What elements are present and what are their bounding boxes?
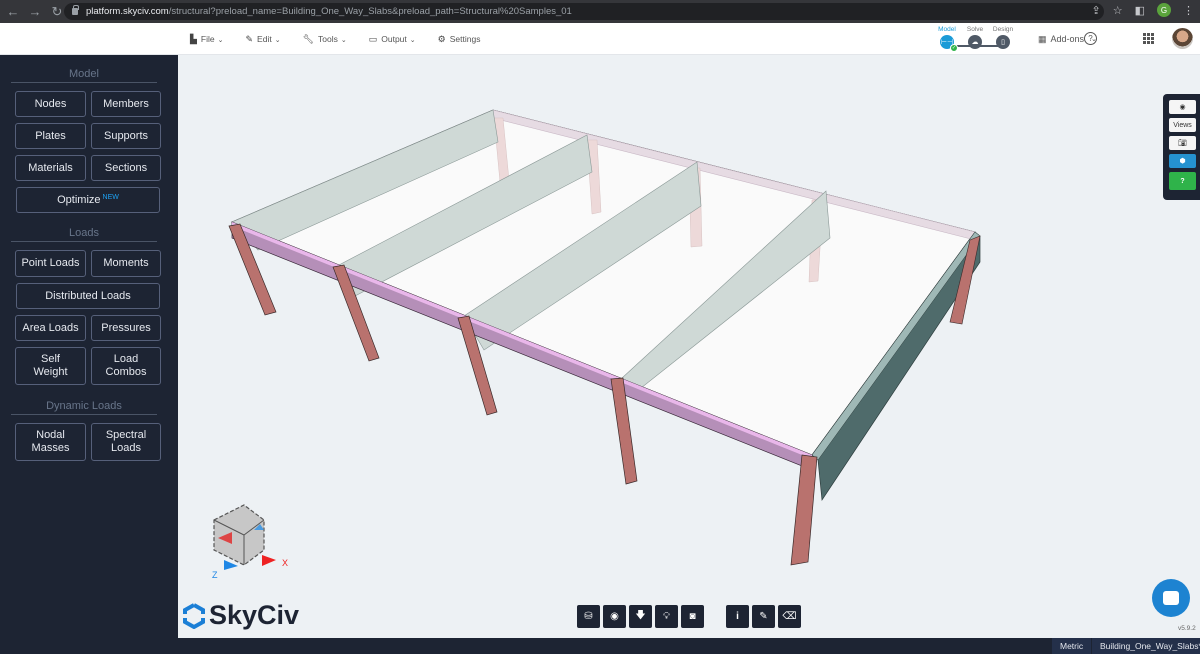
structure-3d-model[interactable]	[178, 55, 1200, 638]
new-badge: NEW	[102, 193, 119, 201]
monitor-icon: ▭	[368, 33, 378, 44]
app-topbar: ▙ File ⌄ ✎ Edit ⌄ 🔧︎ Tools ⌄ ▭ Output ⌄ ⚙ Setting…	[0, 23, 1200, 55]
status-bar: Metric Building_One_Way_Slabs*	[0, 638, 1200, 654]
skyciv-logo-icon	[183, 602, 205, 629]
grid-squares-icon: ▦	[1038, 33, 1047, 44]
document-icon: ▯	[996, 35, 1010, 49]
section-model-heading: Model	[11, 68, 157, 83]
chat-support-button[interactable]	[1152, 579, 1190, 617]
model-icon: ⊢⊣ ✓	[940, 35, 958, 52]
help-icon[interactable]: ?	[1084, 32, 1097, 45]
self-weight-button[interactable]: Self Weight	[15, 347, 86, 385]
menu-output[interactable]: ▭ Output ⌄	[369, 34, 416, 45]
bottom-toolbar-left: ⛁ ◉ 🡇 💡︎ ◙	[577, 605, 704, 628]
step-model[interactable]: Model ⊢⊣ ✓	[937, 26, 958, 52]
menu-file[interactable]: ▙ File ⌄	[190, 34, 224, 45]
lightbulb-icon[interactable]: 💡︎	[655, 605, 678, 628]
nodal-masses-button[interactable]: Nodal Masses	[15, 423, 86, 461]
star-icon[interactable]: ☆	[1113, 4, 1123, 17]
gear-icon: ⚙	[437, 33, 446, 44]
eraser-icon[interactable]: ⌫	[778, 605, 801, 628]
units-indicator[interactable]: Metric	[1052, 638, 1092, 654]
address-bar[interactable]: platform.skyciv.com/structural?preload_n…	[64, 3, 1104, 20]
check-icon: ✓	[950, 44, 958, 52]
chevron-down-icon: ⌄	[274, 36, 281, 44]
cube-3d-button[interactable]: ⬢	[1169, 154, 1196, 168]
load-combos-button[interactable]: Load Combos	[91, 347, 161, 385]
url-host: platform.skyciv.com	[86, 6, 169, 17]
view-cube-gizmo[interactable]: X Z	[204, 500, 304, 590]
profile-avatar[interactable]: G	[1157, 3, 1171, 17]
pressures-button[interactable]: Pressures	[91, 315, 161, 341]
optimize-button[interactable]: Optimize NEW	[16, 187, 160, 213]
model-viewport[interactable]: X Z SkyCiv	[178, 55, 1200, 638]
wrench-icon: 🔧︎	[302, 33, 315, 44]
user-avatar[interactable]	[1172, 28, 1193, 49]
distributed-loads-button[interactable]: Distributed Loads	[16, 283, 160, 309]
pencil-icon[interactable]: ✎	[752, 605, 775, 628]
moments-button[interactable]: Moments	[91, 250, 161, 277]
x-axis-arrow	[262, 555, 276, 566]
spectral-loads-button[interactable]: Spectral Loads	[91, 423, 161, 461]
sidepanel-icon[interactable]: ◧	[1135, 4, 1145, 17]
browser-toolbar: ← → ↻ platform.skyciv.com/structural?pre…	[0, 0, 1200, 23]
bottom-toolbar-right: i ✎ ⌫	[726, 605, 801, 628]
members-button[interactable]: Members	[91, 91, 161, 117]
plates-button[interactable]: Plates	[15, 123, 86, 149]
url-path: /structural?preload_name=Building_One_Wa…	[168, 6, 572, 17]
point-loads-button[interactable]: Point Loads	[15, 250, 86, 277]
column[interactable]	[790, 454, 818, 566]
section-loads-heading: Loads	[11, 227, 157, 242]
chevron-down-icon: ⌄	[340, 36, 347, 44]
view-controls-panel: ◉ Views 📷︎ ⬢ ?	[1163, 94, 1200, 200]
views-button[interactable]: Views	[1169, 118, 1196, 132]
info-icon[interactable]: i	[726, 605, 749, 628]
visibility-eye-button[interactable]: ◉	[1169, 100, 1196, 114]
layers-icon[interactable]: ⛁	[577, 605, 600, 628]
file-icon: ▙	[190, 33, 197, 44]
cloud-icon: ☁	[968, 35, 982, 49]
section-dynamic-heading: Dynamic Loads	[11, 400, 157, 415]
kebab-menu-icon[interactable]: ⋮	[1183, 4, 1194, 17]
help-button[interactable]: ?	[1169, 172, 1196, 190]
menu-settings[interactable]: ⚙ Settings	[438, 34, 481, 45]
skyciv-logo: SkyCiv	[183, 600, 299, 631]
materials-button[interactable]: Materials	[15, 155, 86, 181]
menu-tools[interactable]: 🔧︎ Tools ⌄	[303, 34, 347, 45]
x-axis-label: X	[282, 558, 288, 568]
area-loads-button[interactable]: Area Loads	[15, 315, 86, 341]
pencil-icon: ✎	[245, 33, 254, 44]
step-design[interactable]: Design ▯	[993, 26, 1013, 49]
chat-icon	[1163, 591, 1179, 605]
back-icon[interactable]: ←	[2, 4, 24, 19]
supports-button[interactable]: Supports	[91, 123, 161, 149]
camera-icon[interactable]: ◙	[681, 605, 704, 628]
chevron-down-icon: ⌄	[217, 36, 224, 44]
sections-button[interactable]: Sections	[91, 155, 161, 181]
z-axis-label: Z	[212, 570, 218, 580]
forward-icon[interactable]: →	[24, 4, 46, 19]
workflow-steps: Model ⊢⊣ ✓ Solve ☁ Design ▯	[937, 26, 1013, 52]
chevron-down-icon: ⌄	[409, 36, 416, 44]
version-label: v5.9.2	[1178, 625, 1196, 632]
lock-icon	[72, 5, 79, 15]
share-icon[interactable]: ⇪	[1092, 4, 1101, 17]
apps-grid-icon[interactable]	[1143, 33, 1154, 44]
file-name-indicator[interactable]: Building_One_Way_Slabs*	[1092, 638, 1200, 654]
eye-icon[interactable]: ◉	[603, 605, 626, 628]
nodes-button[interactable]: Nodes	[15, 91, 86, 117]
menu-edit[interactable]: ✎ Edit ⌄	[246, 34, 281, 45]
arrow-down-icon[interactable]: 🡇	[629, 605, 652, 628]
screenshot-camera-button[interactable]: 📷︎	[1169, 136, 1196, 150]
sidebar: Model Nodes Members Plates Supports Mate…	[0, 55, 178, 638]
